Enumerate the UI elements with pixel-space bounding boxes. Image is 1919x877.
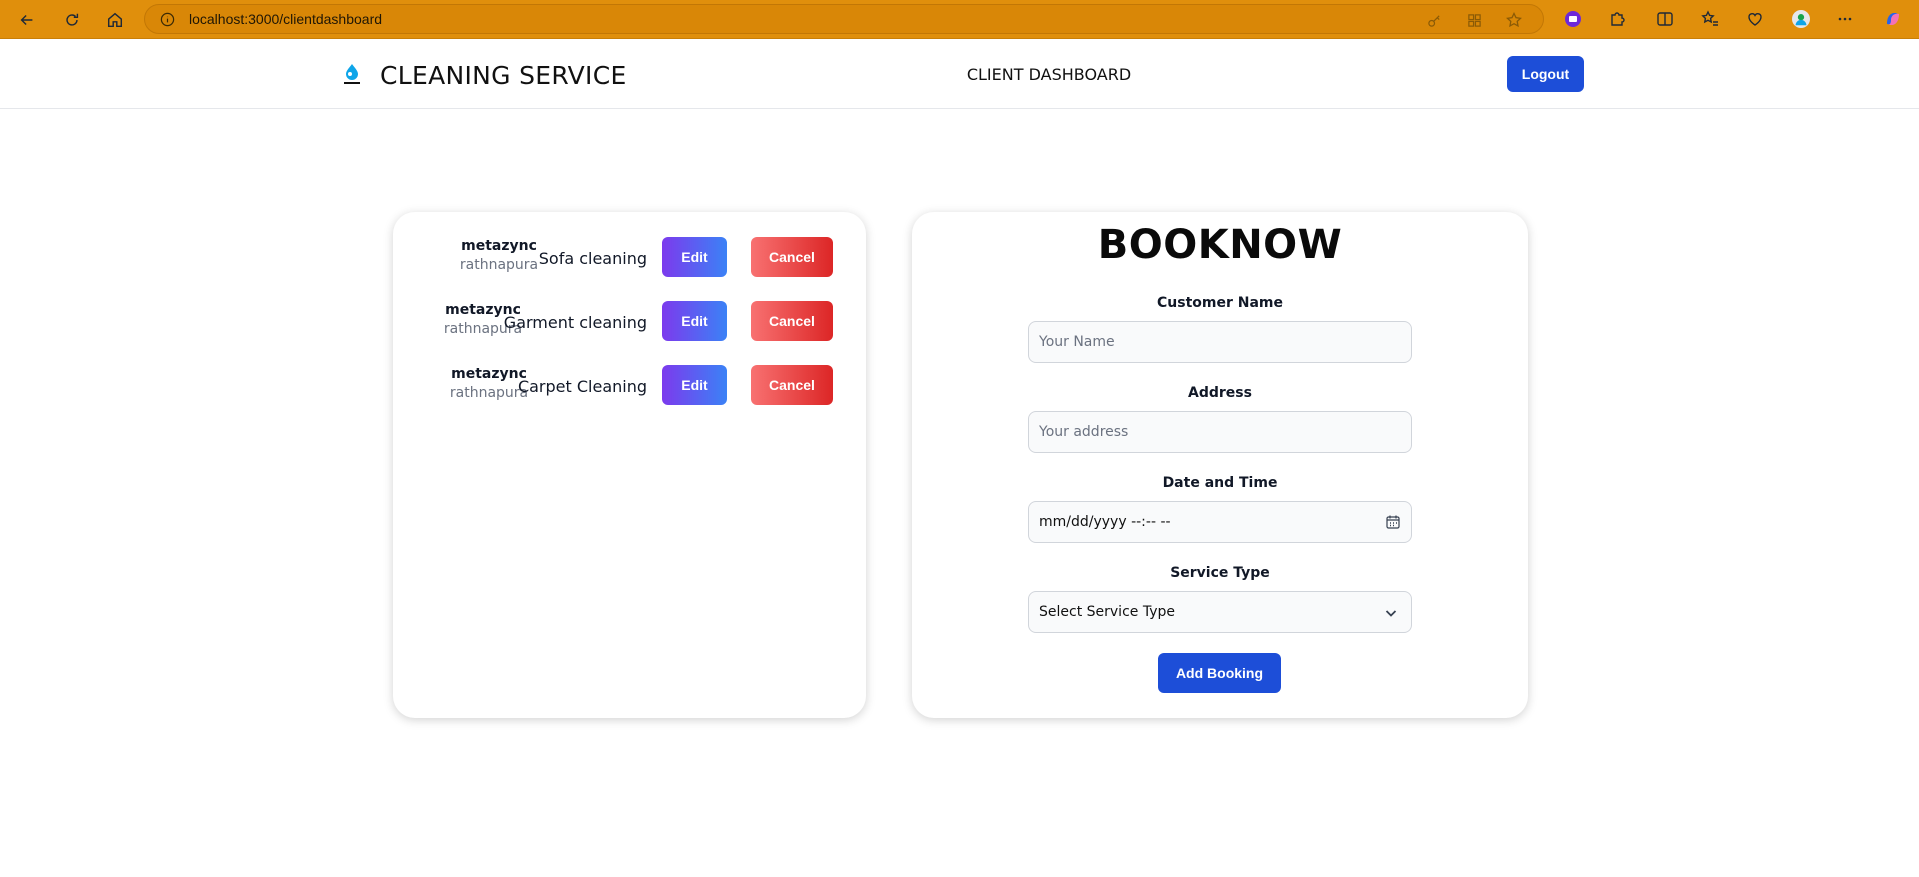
- brand-title: CLEANING SERVICE: [380, 61, 627, 90]
- more-icon[interactable]: [1834, 8, 1856, 30]
- star-icon[interactable]: [1505, 11, 1523, 29]
- apps-icon[interactable]: [1465, 11, 1483, 29]
- booking-row: metazync rathnapura Carpet Cleaning Edit…: [393, 365, 866, 405]
- address-input[interactable]: [1028, 411, 1412, 453]
- cancel-button[interactable]: Cancel: [751, 237, 833, 277]
- customer-name-input[interactable]: [1028, 321, 1412, 363]
- page-title: CLIENT DASHBOARD: [966, 65, 1132, 84]
- cancel-button[interactable]: Cancel: [751, 301, 833, 341]
- booking-row: metazync rathnapura Sofa cleaning Edit C…: [393, 237, 866, 277]
- bookings-list-card: metazync rathnapura Sofa cleaning Edit C…: [393, 212, 866, 718]
- service-name: Garment cleaning: [503, 313, 647, 332]
- service-name: Carpet Cleaning: [517, 377, 647, 396]
- service-type-value: Select Service Type: [1039, 604, 1175, 620]
- heart-icon[interactable]: [1744, 8, 1766, 30]
- client-city: rathnapura: [459, 257, 539, 273]
- service-name: Sofa cleaning: [538, 249, 647, 268]
- profile-avatar[interactable]: [1790, 8, 1812, 30]
- edit-button[interactable]: Edit: [662, 301, 727, 341]
- edit-button[interactable]: Edit: [662, 365, 727, 405]
- favorites-icon[interactable]: [1699, 8, 1721, 30]
- back-icon[interactable]: [14, 7, 40, 33]
- url-text[interactable]: localhost:3000/clientdashboard: [189, 11, 382, 27]
- customer-name-label: Customer Name: [1157, 295, 1283, 311]
- service-type-label: Service Type: [1170, 565, 1270, 581]
- split-screen-icon[interactable]: [1654, 8, 1676, 30]
- browser-toolbar: localhost:3000/clientdashboard: [0, 0, 1919, 39]
- calendar-icon[interactable]: [1385, 514, 1401, 530]
- client-info: metazync rathnapura: [449, 237, 549, 275]
- home-icon[interactable]: [102, 7, 128, 33]
- datetime-input[interactable]: mm/dd/yyyy --:-- --: [1028, 501, 1412, 543]
- client-name: metazync: [461, 238, 537, 254]
- add-booking-button[interactable]: Add Booking: [1158, 653, 1281, 693]
- datetime-label: Date and Time: [1162, 475, 1278, 491]
- key-icon[interactable]: [1425, 11, 1443, 29]
- service-type-select[interactable]: Select Service Type: [1028, 591, 1412, 633]
- chevron-down-icon: [1383, 605, 1399, 621]
- cancel-button[interactable]: Cancel: [751, 365, 833, 405]
- form-title: BOOKNOW: [1097, 222, 1343, 268]
- logout-button[interactable]: Logout: [1507, 56, 1584, 92]
- copilot-icon[interactable]: [1882, 8, 1904, 30]
- app-header: CLEANING SERVICE CLIENT DASHBOARD Logout: [0, 39, 1919, 109]
- datetime-placeholder: mm/dd/yyyy --:-- --: [1039, 514, 1171, 530]
- address-bar[interactable]: localhost:3000/clientdashboard: [144, 4, 1544, 34]
- extension-purple-icon[interactable]: [1562, 8, 1584, 30]
- puzzle-icon[interactable]: [1606, 8, 1628, 30]
- booking-row: metazync rathnapura Garment cleaning Edi…: [393, 301, 866, 341]
- info-icon[interactable]: [159, 11, 175, 27]
- booking-form-card: BOOKNOW Customer Name Address Date and T…: [912, 212, 1528, 718]
- edit-button[interactable]: Edit: [662, 237, 727, 277]
- address-label: Address: [1188, 385, 1252, 401]
- water-drop-logo: [339, 61, 365, 87]
- refresh-icon[interactable]: [59, 7, 85, 33]
